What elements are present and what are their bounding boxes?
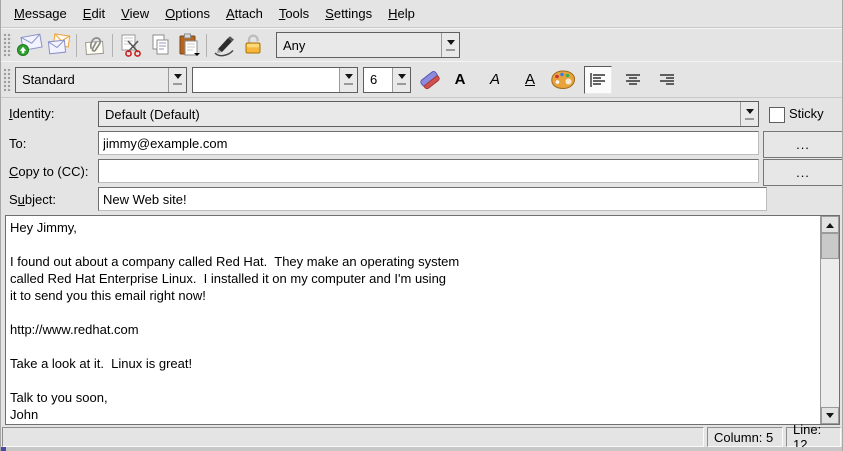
status-bar: Column: 5 Line: 12 [2,427,841,447]
chevron-down-icon[interactable] [441,33,459,57]
italic-icon: A [490,71,500,88]
copy-icon [148,33,172,57]
editor-scrollbar[interactable] [820,216,839,424]
toolbar-separator [112,34,113,57]
window-corner-accent [1,447,6,451]
crypto-format-value: Any [283,38,305,53]
font-family-combo[interactable] [192,67,358,93]
italic-button[interactable]: A [482,67,508,93]
cc-label: Copy to (CC): [9,164,88,179]
chevron-down-icon[interactable] [740,102,758,126]
send-later-button[interactable] [44,31,73,59]
format-toolbar: Standard 6 A A A [1,61,842,98]
send-button[interactable] [15,31,44,59]
scrollbar-thumb[interactable] [821,233,839,259]
eraser-icon [417,67,443,93]
cc-address-browse-button[interactable]: ... [763,159,843,186]
paste-icon [176,32,202,58]
status-message-panel [2,427,704,447]
sign-icon [212,33,238,57]
subject-label: Subject: [9,192,56,207]
scroll-up-button[interactable] [821,216,839,233]
menu-attach[interactable]: Attach [218,2,271,25]
text-color-button[interactable] [550,67,576,93]
chevron-down-icon[interactable] [168,68,186,92]
toolbar-drag-handle[interactable] [3,68,12,92]
identity-combo[interactable]: Default (Default) [98,101,759,127]
sticky-label: Sticky [789,106,824,121]
align-left-icon [589,71,607,89]
window-bottom-border [1,447,842,451]
attach-file-button[interactable] [80,31,109,59]
toolbar-separator [206,34,207,57]
bold-button[interactable]: A [447,67,473,93]
menu-view[interactable]: View [113,2,157,25]
paste-button[interactable] [174,31,203,59]
cut-icon [118,33,144,57]
chevron-down-icon [826,413,834,422]
encrypt-message-button[interactable] [239,31,268,59]
align-left-button[interactable] [584,66,612,94]
to-label: To: [9,136,26,151]
send-queue-icon [46,33,72,57]
paragraph-style-value: Standard [22,72,75,87]
cut-button[interactable] [116,31,145,59]
encrypt-icon [242,33,266,57]
align-center-button[interactable] [620,67,646,93]
remove-formatting-button[interactable] [417,67,443,93]
align-center-icon [624,71,642,89]
menu-settings[interactable]: Settings [317,2,380,25]
menu-message[interactable]: Message [6,2,75,25]
to-input[interactable] [98,131,759,155]
underline-button[interactable]: A [517,67,543,93]
sticky-checkbox[interactable] [769,107,785,123]
sign-message-button[interactable] [210,31,239,59]
cc-input[interactable] [98,159,759,183]
kmail-composer-window: Message Edit View Options Attach Tools S… [0,0,843,451]
identity-label: Identity: [9,106,55,121]
send-icon [17,33,43,57]
chevron-up-icon [826,219,834,228]
toolbar-separator [76,34,77,57]
font-size-value: 6 [370,72,377,87]
subject-input[interactable] [98,187,767,211]
status-column: Column: 5 [707,427,783,447]
to-address-browse-button[interactable]: ... [763,131,843,158]
align-right-icon [658,71,676,89]
main-toolbar: Any [1,28,842,62]
toolbar-drag-handle[interactable] [3,33,12,57]
bold-icon: A [455,71,466,88]
menu-help[interactable]: Help [380,2,423,25]
attach-icon [83,33,107,57]
message-editor: Hey Jimmy, I found out about a company c… [5,215,840,425]
message-body[interactable]: Hey Jimmy, I found out about a company c… [6,216,821,424]
identity-value: Default (Default) [105,107,200,122]
crypto-format-combo[interactable]: Any [276,32,460,58]
menu-tools[interactable]: Tools [271,2,317,25]
menu-bar: Message Edit View Options Attach Tools S… [1,0,842,28]
align-right-button[interactable] [654,67,680,93]
menu-options[interactable]: Options [157,2,218,25]
chevron-down-icon[interactable] [392,68,410,92]
font-size-combo[interactable]: 6 [363,67,411,93]
status-line: Line: 12 [786,427,841,447]
copy-button[interactable] [145,31,174,59]
paragraph-style-combo[interactable]: Standard [15,67,187,93]
chevron-down-icon[interactable] [339,68,357,92]
underline-icon: A [525,71,535,88]
text-color-icon [549,68,577,92]
menu-edit[interactable]: Edit [75,2,113,25]
